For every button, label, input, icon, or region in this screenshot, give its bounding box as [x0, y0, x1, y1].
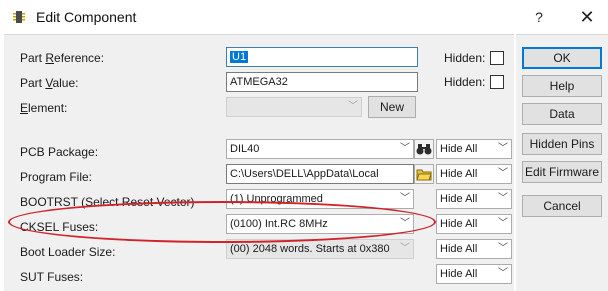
chevron-down-icon: ﹀: [397, 190, 413, 208]
sut-fuses-label: SUT Fuses:: [20, 270, 84, 284]
hidden-label: Hidden:: [444, 75, 486, 89]
pcb-package-label: PCB Package:: [20, 145, 99, 159]
help-icon[interactable]: ?: [529, 7, 549, 27]
hidden-label: Hidden:: [444, 51, 486, 65]
boot-loader-size-label: Boot Loader Size:: [20, 245, 116, 259]
boot-loader-visibility-select[interactable]: Hide All ﹀: [436, 239, 512, 259]
chevron-down-icon: ﹀: [345, 98, 361, 116]
value-hidden-checkbox[interactable]: [490, 75, 504, 89]
program-file-visibility-select[interactable]: Hide All ﹀: [436, 164, 512, 184]
title-bar: Edit Component ? ✕: [0, 0, 608, 34]
cksel-fuses-visibility-select[interactable]: Hide All ﹀: [436, 214, 512, 234]
element-select[interactable]: ﹀: [226, 97, 362, 117]
chevron-down-icon: ﹀: [495, 215, 511, 233]
ok-button[interactable]: OK: [522, 47, 602, 69]
chevron-down-icon: ﹀: [495, 265, 511, 283]
new-element-button[interactable]: New: [368, 96, 416, 118]
properties-panel: Part Reference: U1 Hidden: Part Value: A…: [4, 34, 514, 291]
chevron-down-icon: ﹀: [495, 190, 511, 208]
part-value-label: Part Value:: [20, 76, 79, 90]
bootrst-visibility-select[interactable]: Hide All ﹀: [436, 189, 512, 209]
data-button[interactable]: Data: [522, 103, 602, 125]
chevron-down-icon: ﹀: [397, 140, 413, 158]
chevron-down-icon: ﹀: [495, 240, 511, 258]
chevron-down-icon: ﹀: [397, 240, 413, 258]
help-button[interactable]: Help: [522, 75, 602, 97]
element-label: Element:: [20, 101, 68, 115]
highlight-ellipse: [8, 201, 436, 243]
hidden-pins-button[interactable]: Hidden Pins: [522, 133, 602, 155]
component-icon: [13, 11, 25, 23]
close-icon[interactable]: ✕: [575, 5, 599, 29]
part-reference-label: Part Reference:: [20, 51, 105, 65]
chevron-down-icon: ﹀: [495, 165, 511, 183]
program-file-input[interactable]: C:\Users\DELL\AppData\Local: [226, 164, 414, 184]
pcb-package-visibility-select[interactable]: Hide All ﹀: [436, 139, 512, 159]
action-buttons-panel: OK Help Data Hidden Pins Edit Firmware C…: [516, 34, 608, 291]
chevron-down-icon: ﹀: [495, 140, 511, 158]
pcb-package-select[interactable]: DIL40 ﹀: [226, 139, 414, 159]
window-title: Edit Component: [36, 9, 137, 25]
reference-hidden-checkbox[interactable]: [490, 51, 504, 65]
binoculars-icon[interactable]: [414, 139, 434, 159]
edit-firmware-button[interactable]: Edit Firmware: [522, 161, 602, 183]
part-value-input[interactable]: ATMEGA32: [226, 72, 418, 92]
cancel-button[interactable]: Cancel: [522, 195, 602, 217]
part-reference-input[interactable]: U1: [226, 47, 418, 67]
sut-fuses-visibility-select[interactable]: Hide All ﹀: [436, 264, 512, 284]
program-file-label: Program File:: [20, 170, 93, 184]
folder-open-icon[interactable]: [414, 164, 434, 184]
